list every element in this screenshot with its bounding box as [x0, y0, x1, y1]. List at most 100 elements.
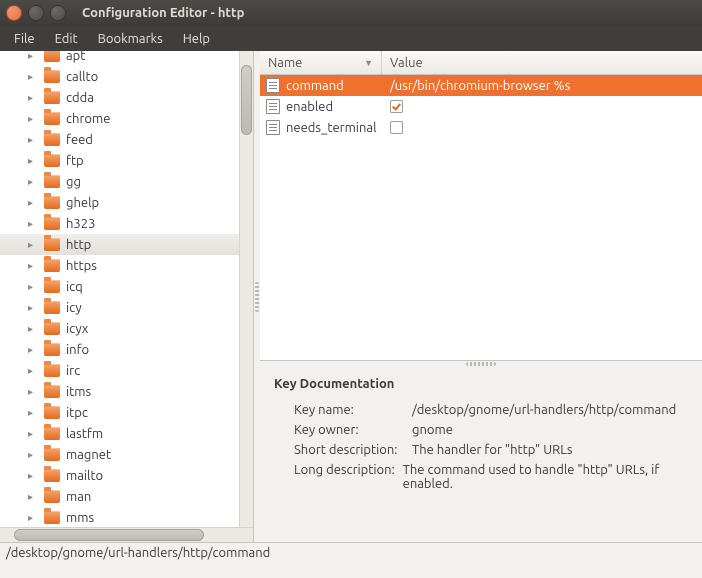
- tree-node-irc[interactable]: ▸ irc: [0, 360, 253, 381]
- folder-icon: [44, 91, 60, 104]
- expander-icon[interactable]: ▸: [28, 302, 40, 314]
- expander-icon[interactable]: ▸: [28, 92, 40, 104]
- tree-node-icq[interactable]: ▸ icq: [0, 276, 253, 297]
- expander-icon[interactable]: ▸: [28, 407, 40, 419]
- expander-icon[interactable]: ▸: [28, 344, 40, 356]
- expander-icon[interactable]: ▸: [28, 449, 40, 461]
- expander-icon[interactable]: ▸: [28, 386, 40, 398]
- tree-node-apt[interactable]: ▸apt: [0, 51, 253, 66]
- expander-icon[interactable]: ▸: [28, 51, 40, 62]
- folder-icon: [44, 448, 60, 461]
- close-icon[interactable]: [6, 5, 22, 21]
- tree-node-feed[interactable]: ▸feed: [0, 129, 253, 150]
- folder-icon: [44, 322, 60, 335]
- menu-edit[interactable]: Edit: [45, 29, 88, 49]
- expander-icon[interactable]: ▸: [28, 134, 40, 146]
- tree-node-icy[interactable]: ▸ icy: [0, 297, 253, 318]
- tree-node-label: itpc: [66, 406, 88, 420]
- column-header-name-label: Name: [268, 56, 302, 70]
- folder-icon: [44, 196, 60, 209]
- tree-node-label: icq: [66, 280, 83, 294]
- tree-node-gg[interactable]: ▸ gg: [0, 171, 253, 192]
- tree-node-http[interactable]: ▸ http: [0, 234, 253, 255]
- statusbar-path: /desktop/gnome/url-handlers/http/command: [6, 546, 270, 560]
- doc-value-keyname: /desktop/gnome/url-handlers/http/command: [412, 403, 676, 417]
- tree-node-label: cdda: [66, 91, 94, 105]
- expander-icon[interactable]: ▸: [28, 470, 40, 482]
- statusbar: /desktop/gnome/url-handlers/http/command: [0, 542, 702, 563]
- tree-node-https[interactable]: ▸ https: [0, 255, 253, 276]
- folder-icon: [44, 511, 60, 524]
- tree-node-label: irc: [66, 364, 80, 378]
- tree-node-ghelp[interactable]: ▸ghelp: [0, 192, 253, 213]
- tree-node-mailto[interactable]: ▸ mailto: [0, 465, 253, 486]
- doc-heading: Key Documentation: [274, 377, 688, 391]
- tree-node-label: mailto: [66, 469, 103, 483]
- menubar: File Edit Bookmarks Help: [0, 26, 702, 51]
- tree-node-itms[interactable]: ▸itms: [0, 381, 253, 402]
- tree-node-label: ftp: [66, 154, 84, 168]
- key-icon: [266, 120, 280, 135]
- menu-bookmarks[interactable]: Bookmarks: [88, 29, 173, 49]
- doc-label-shortdesc: Short description:: [294, 443, 412, 457]
- tree[interactable]: ▸apt▸callto▸cdda▸chrome▸feed▸ftp▸gg▸ghel…: [0, 51, 253, 527]
- tree-node-label: https: [66, 259, 97, 273]
- tree-node-cdda[interactable]: ▸ cdda: [0, 87, 253, 108]
- tree-node-icyx[interactable]: ▸ icyx: [0, 318, 253, 339]
- grid-row-command[interactable]: command/usr/bin/chromium-browser %s: [260, 75, 702, 96]
- tree-node-label: h323: [66, 217, 95, 231]
- tree-node-label: icyx: [66, 322, 88, 336]
- doc-label-keyowner: Key owner:: [294, 423, 412, 437]
- tree-node-label: lastfm: [66, 427, 103, 441]
- expander-icon[interactable]: ▸: [28, 71, 40, 83]
- tree-node-chrome[interactable]: ▸chrome: [0, 108, 253, 129]
- maximize-icon[interactable]: [50, 5, 66, 21]
- tree-node-ftp[interactable]: ▸ ftp: [0, 150, 253, 171]
- expander-icon[interactable]: ▸: [28, 260, 40, 272]
- expander-icon[interactable]: ▸: [28, 365, 40, 377]
- expander-icon[interactable]: ▸: [28, 155, 40, 167]
- window-title: Configuration Editor - http: [82, 6, 244, 20]
- scrollbar-thumb[interactable]: [14, 529, 204, 541]
- tree-horizontal-scrollbar[interactable]: [0, 527, 253, 542]
- cell-name: command: [286, 79, 344, 93]
- tree-node-label: info: [66, 343, 89, 357]
- expander-icon[interactable]: ▸: [28, 197, 40, 209]
- tree-node-man[interactable]: ▸man: [0, 486, 253, 507]
- minimize-icon[interactable]: [28, 5, 44, 21]
- tree-node-magnet[interactable]: ▸magnet: [0, 444, 253, 465]
- column-header-name[interactable]: Name ▼: [260, 51, 382, 74]
- titlebar[interactable]: Configuration Editor - http: [0, 0, 702, 26]
- tree-node-label: http: [66, 238, 91, 252]
- expander-icon[interactable]: ▸: [28, 491, 40, 503]
- tree-node-lastfm[interactable]: ▸ lastfm: [0, 423, 253, 444]
- tree-node-callto[interactable]: ▸ callto: [0, 66, 253, 87]
- column-header-value[interactable]: Value: [382, 51, 702, 74]
- expander-icon[interactable]: ▸: [28, 239, 40, 251]
- grid-row-needs_terminal[interactable]: needs_terminal: [260, 117, 702, 138]
- grid-row-enabled[interactable]: enabled: [260, 96, 702, 117]
- menu-help[interactable]: Help: [173, 29, 220, 49]
- folder-icon: [44, 154, 60, 167]
- expander-icon[interactable]: ▸: [28, 218, 40, 230]
- expander-icon[interactable]: ▸: [28, 512, 40, 524]
- tree-node-label: callto: [66, 70, 98, 84]
- tree-vertical-scrollbar[interactable]: [239, 51, 253, 527]
- tree-node-mms[interactable]: ▸ mms: [0, 507, 253, 527]
- expander-icon[interactable]: ▸: [28, 323, 40, 335]
- scrollbar-thumb[interactable]: [241, 65, 252, 135]
- tree-node-label: mms: [66, 511, 94, 525]
- cell-value-checkbox[interactable]: [390, 100, 403, 113]
- expander-icon[interactable]: ▸: [28, 428, 40, 440]
- tree-node-label: icy: [66, 301, 82, 315]
- cell-value-checkbox[interactable]: [390, 121, 403, 134]
- folder-icon: [44, 70, 60, 83]
- tree-node-label: gg: [66, 175, 81, 189]
- expander-icon[interactable]: ▸: [28, 176, 40, 188]
- menu-file[interactable]: File: [4, 29, 45, 49]
- expander-icon[interactable]: ▸: [28, 113, 40, 125]
- expander-icon[interactable]: ▸: [28, 281, 40, 293]
- tree-node-itpc[interactable]: ▸ itpc: [0, 402, 253, 423]
- tree-node-info[interactable]: ▸ info: [0, 339, 253, 360]
- tree-node-h323[interactable]: ▸ h323: [0, 213, 253, 234]
